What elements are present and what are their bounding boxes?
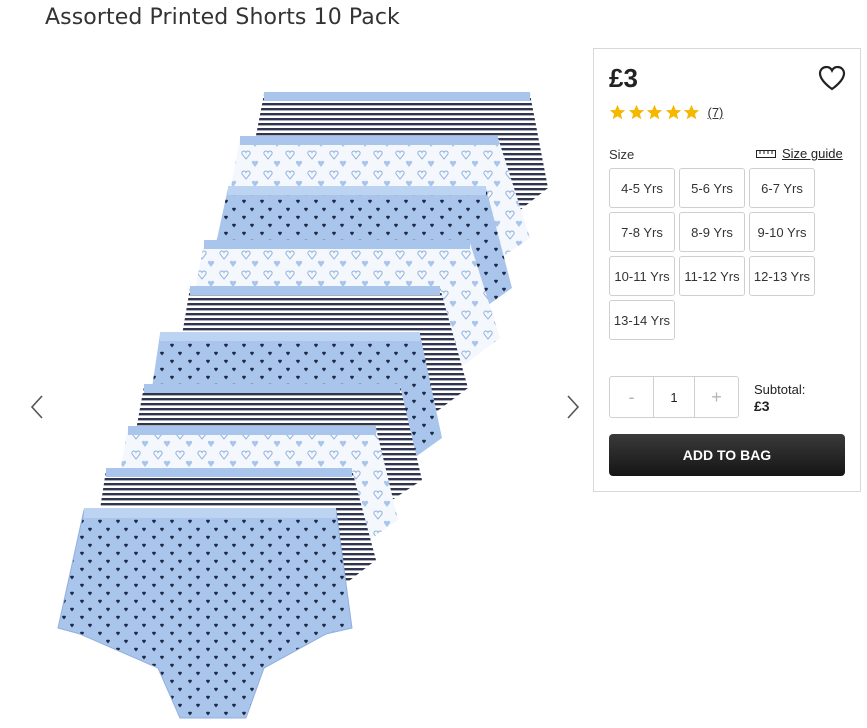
- quantity-increase-button[interactable]: +: [695, 377, 738, 417]
- size-guide-label: Size guide: [782, 146, 843, 161]
- size-label: Size: [609, 147, 635, 162]
- add-to-bag-button[interactable]: ADD TO BAG: [609, 434, 845, 476]
- subtotal-value: £3: [754, 398, 770, 414]
- size-option[interactable]: 13-14 Yrs: [609, 300, 675, 340]
- size-option[interactable]: 5-6 Yrs: [679, 168, 745, 208]
- chevron-right-icon: [567, 395, 580, 419]
- star-icon: [683, 104, 700, 120]
- size-option[interactable]: 10-11 Yrs: [609, 256, 675, 296]
- size-option[interactable]: 12-13 Yrs: [749, 256, 815, 296]
- subtotal-label: Subtotal:: [754, 382, 806, 397]
- product-image: [57, 92, 548, 719]
- heart-outline-icon: [818, 65, 846, 91]
- size-options: 4-5 Yrs 5-6 Yrs 6-7 Yrs 7-8 Yrs 8-9 Yrs …: [609, 168, 849, 340]
- subtotal: Subtotal: £3: [754, 381, 805, 415]
- quantity-input[interactable]: [653, 377, 695, 417]
- size-option[interactable]: 9-10 Yrs: [749, 212, 815, 252]
- size-option[interactable]: 4-5 Yrs: [609, 168, 675, 208]
- size-option[interactable]: 11-12 Yrs: [679, 256, 745, 296]
- product-gallery: [0, 50, 590, 727]
- size-guide-link[interactable]: Size guide: [756, 146, 843, 161]
- star-icon: [609, 104, 626, 120]
- size-option[interactable]: 6-7 Yrs: [749, 168, 815, 208]
- quantity-stepper: - +: [609, 376, 739, 418]
- quantity-decrease-button[interactable]: -: [610, 377, 653, 417]
- star-icon: [646, 104, 663, 120]
- star-icon: [665, 104, 681, 120]
- price: £3: [609, 63, 638, 93]
- size-option[interactable]: 7-8 Yrs: [609, 212, 675, 252]
- review-count-link[interactable]: (7): [708, 105, 724, 120]
- purchase-panel: £3 (7) Size Size guide 4-5 Yrs 5-6 Yrs 6…: [593, 48, 861, 492]
- gallery-next-button[interactable]: [562, 392, 584, 422]
- star-icon: [628, 104, 644, 120]
- ruler-icon: [756, 149, 776, 158]
- page-title: Assorted Printed Shorts 10 Pack: [45, 5, 400, 30]
- rating: (7): [609, 104, 723, 121]
- wishlist-button[interactable]: [818, 65, 846, 91]
- size-option[interactable]: 8-9 Yrs: [679, 212, 745, 252]
